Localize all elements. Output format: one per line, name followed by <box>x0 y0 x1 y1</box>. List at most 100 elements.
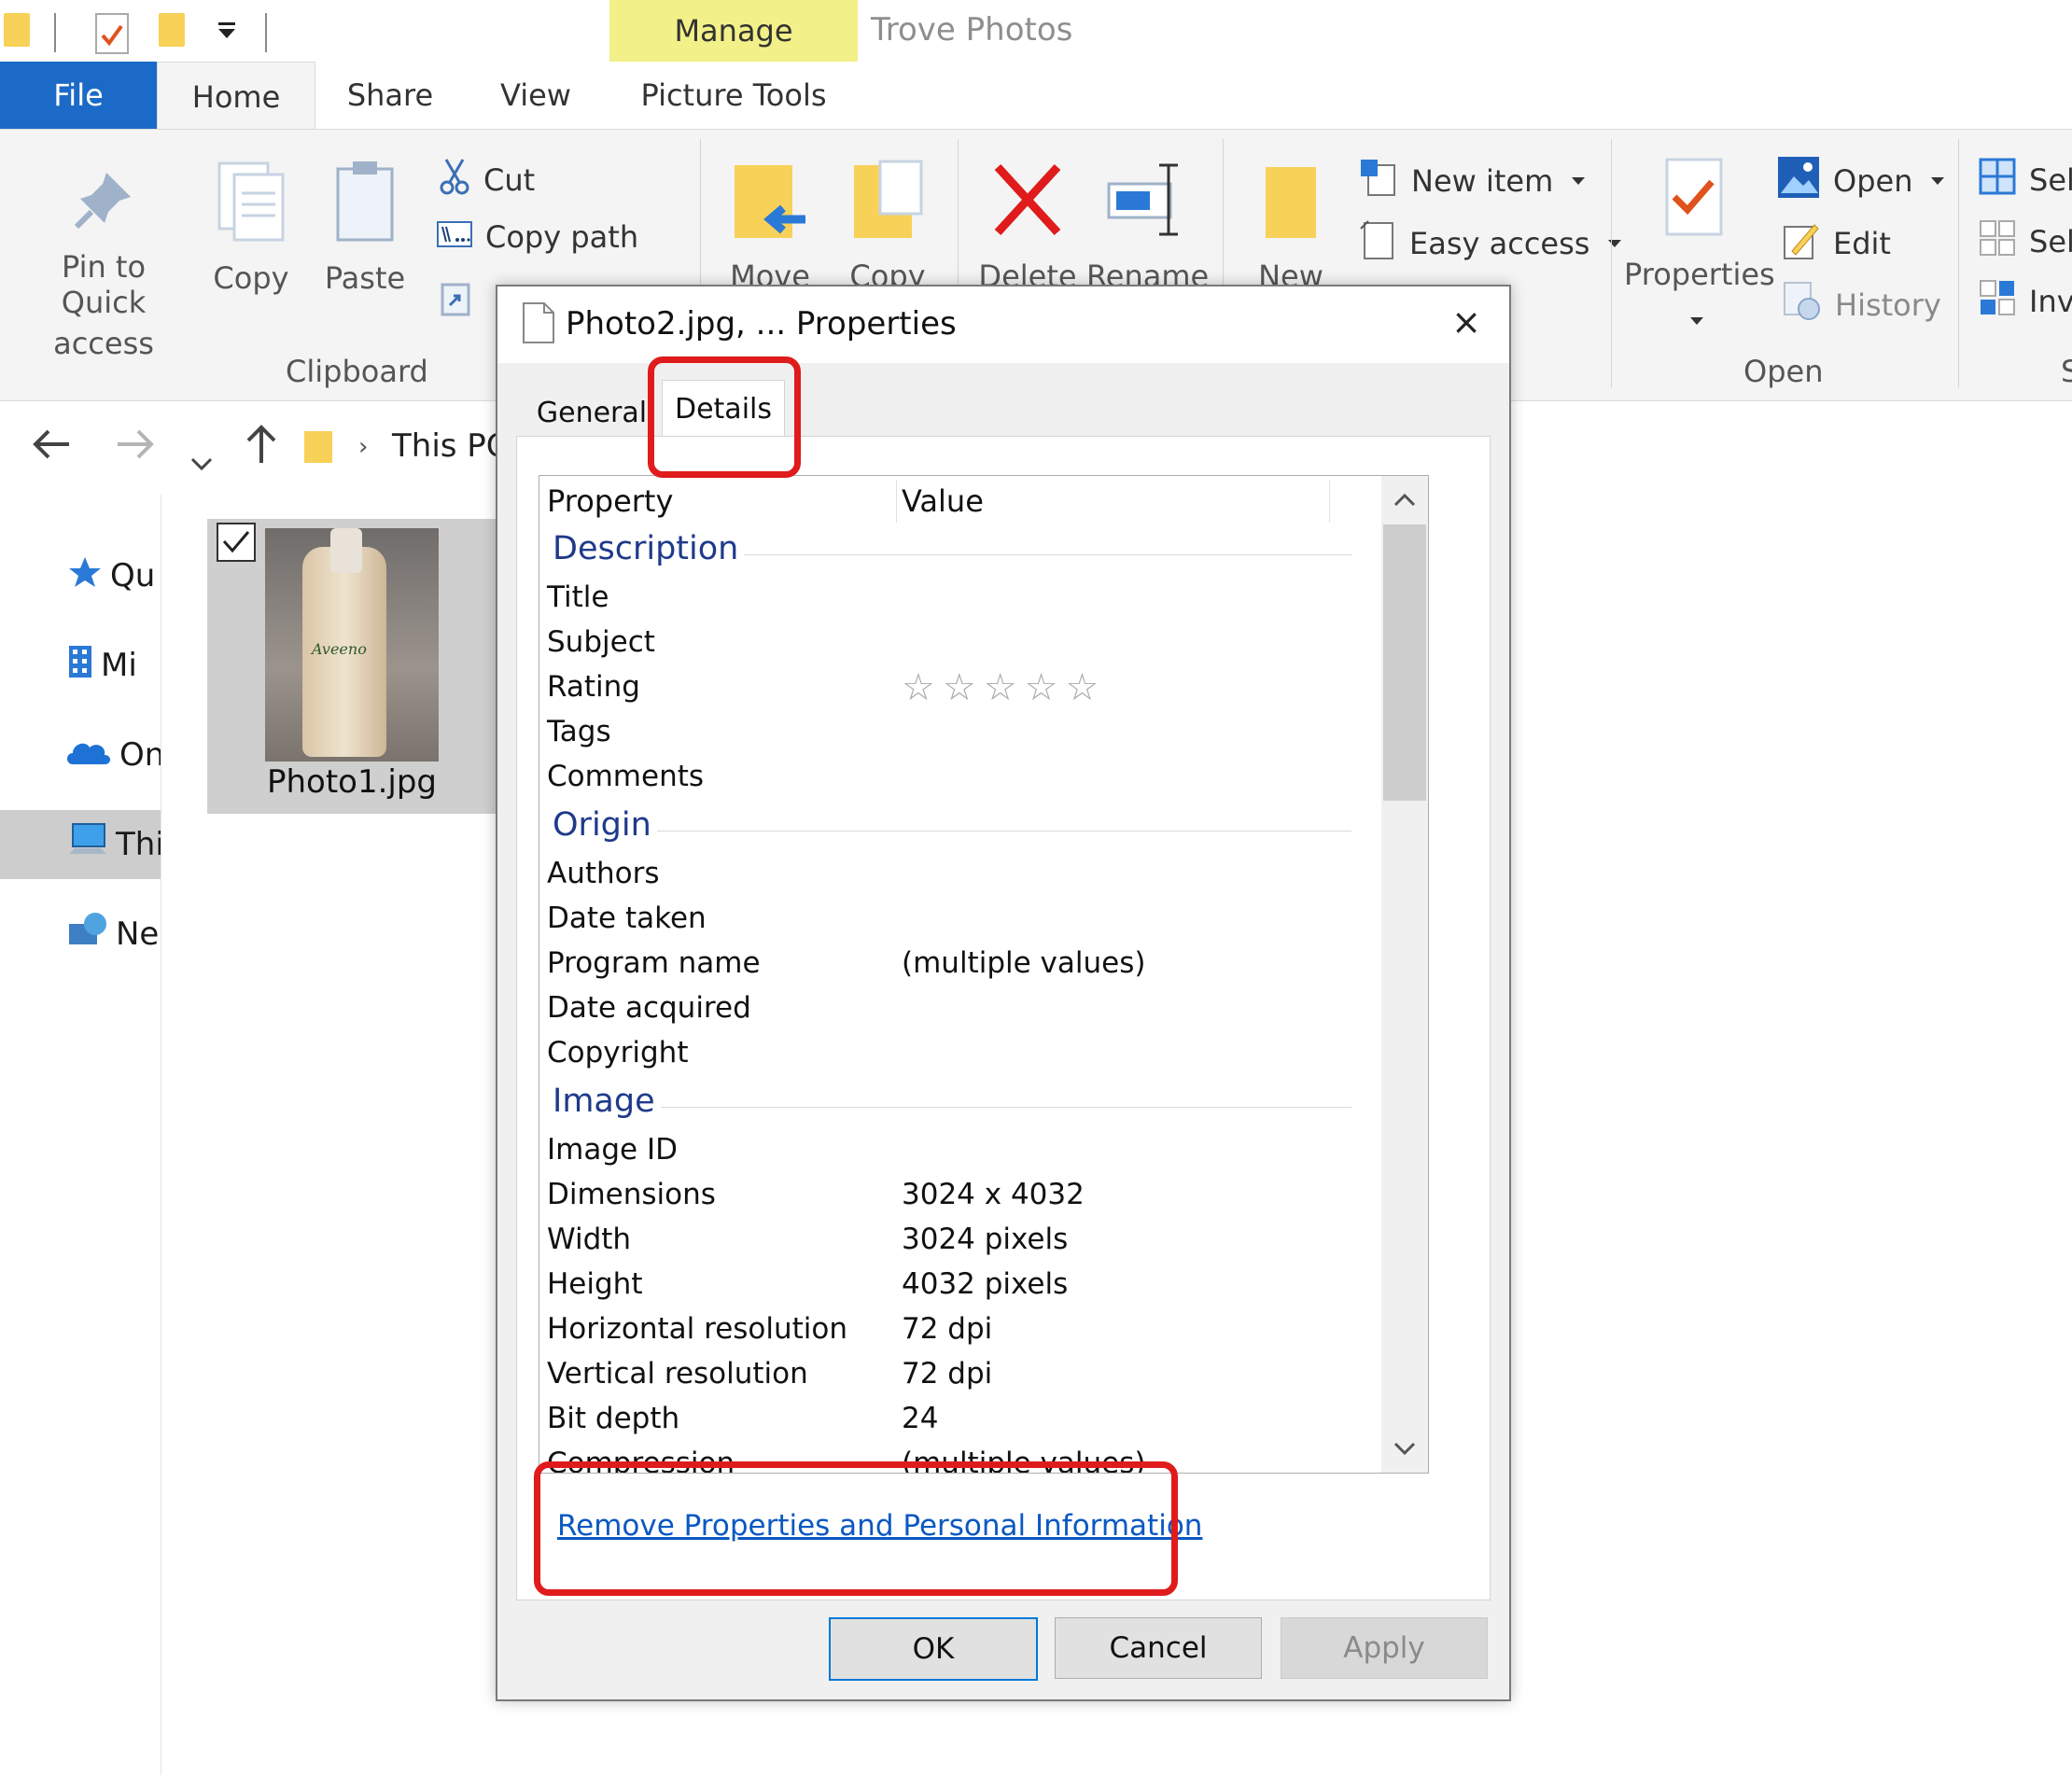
breadcrumb-this-pc[interactable]: This PC <box>392 427 509 465</box>
nav-item-microsoft[interactable]: Mi <box>0 631 161 700</box>
list-item[interactable]: Date taken <box>539 896 1379 941</box>
nav-item-network[interactable]: Ne <box>0 900 161 969</box>
scissors-icon <box>439 158 470 203</box>
apply-button[interactable]: Apply <box>1281 1617 1488 1679</box>
new-folder-icon[interactable] <box>159 13 185 47</box>
list-item[interactable]: Tags <box>539 709 1379 754</box>
property-name: Compression <box>547 1447 735 1473</box>
nav-item-onedrive[interactable]: On <box>0 720 161 790</box>
open-button[interactable]: Open <box>1777 156 1945 206</box>
tab-home[interactable]: Home <box>157 62 315 131</box>
list-item[interactable]: Comments <box>539 754 1379 799</box>
column-header-property[interactable]: Property <box>547 483 673 519</box>
list-item[interactable]: Compression (multiple values) <box>539 1441 1379 1473</box>
list-item[interactable]: Dimensions 3024 x 4032 <box>539 1172 1379 1217</box>
new-item-label: New item <box>1411 163 1554 199</box>
close-button[interactable]: × <box>1451 301 1481 342</box>
tab-view[interactable]: View <box>472 62 599 129</box>
checkbox[interactable] <box>217 523 256 562</box>
property-name: Title <box>547 580 609 614</box>
copy-path-icon <box>437 219 472 255</box>
column-divider[interactable] <box>896 480 897 523</box>
nav-label: Ne <box>116 915 160 953</box>
copy-button[interactable]: Copy <box>200 160 302 296</box>
dialog-title: Photo2.jpg, ... Properties <box>566 305 957 342</box>
recent-locations-button[interactable] <box>190 439 213 482</box>
list-item[interactable]: Date acquired <box>539 985 1379 1030</box>
scroll-up-button[interactable] <box>1381 476 1428 523</box>
vertical-scrollbar[interactable] <box>1381 476 1428 1473</box>
list-item[interactable]: Subject <box>539 620 1379 664</box>
breadcrumb-chevron-icon[interactable]: › <box>358 433 368 461</box>
remove-properties-link[interactable]: Remove Properties and Personal Informati… <box>557 1509 1202 1543</box>
list-item[interactable]: Title <box>539 575 1379 620</box>
back-button[interactable] <box>32 427 71 470</box>
new-folder-icon <box>1239 158 1342 249</box>
column-header-value[interactable]: Value <box>902 483 984 519</box>
list-item[interactable]: Bit depth 24 <box>539 1396 1379 1441</box>
history-icon <box>1783 281 1822 329</box>
scrollbar-thumb[interactable] <box>1383 524 1426 801</box>
select-group-label: S <box>2061 354 2072 389</box>
paste-button[interactable]: Paste <box>314 160 416 296</box>
list-item[interactable]: Horizontal resolution 72 dpi <box>539 1307 1379 1351</box>
section-heading: Description <box>539 528 1379 575</box>
network-icon <box>67 911 108 958</box>
list-item[interactable]: Width 3024 pixels <box>539 1217 1379 1262</box>
list-item[interactable]: Height 4032 pixels <box>539 1262 1379 1307</box>
new-item-button[interactable]: New item <box>1359 158 1586 204</box>
nav-item-quick-access[interactable]: Qu <box>0 541 161 610</box>
open-photo-icon <box>1777 156 1820 206</box>
paste-shortcut-icon[interactable] <box>441 279 470 320</box>
select-none-button[interactable]: Sele <box>1979 219 2072 264</box>
edit-button[interactable]: Edit <box>1783 219 1891 268</box>
list-item[interactable]: Program name (multiple values) <box>539 941 1379 985</box>
rename-button[interactable]: Rename <box>1086 158 1209 294</box>
delete-button[interactable]: Delete <box>976 158 1079 294</box>
scroll-down-button[interactable] <box>1381 1426 1428 1473</box>
column-divider[interactable] <box>1329 480 1330 523</box>
list-item[interactable]: Copyright <box>539 1030 1379 1075</box>
properties-button[interactable]: Properties <box>1624 156 1775 337</box>
property-value: 3024 pixels <box>902 1223 1069 1256</box>
navigation-pane: Qu Mi On Thi Ne <box>0 495 161 1775</box>
ok-button[interactable]: OK <box>829 1617 1038 1681</box>
select-all-button[interactable]: Sele <box>1979 158 2072 203</box>
tab-details[interactable]: Details <box>662 380 785 437</box>
cut-button[interactable]: Cut <box>439 158 535 203</box>
file-tile-photo1[interactable]: Aveeno Photo1.jpg <box>207 519 497 814</box>
list-item[interactable]: Vertical resolution 72 dpi <box>539 1351 1379 1396</box>
tab-general[interactable]: General <box>522 389 662 436</box>
select-none-icon <box>1979 219 2016 264</box>
property-name: Copyright <box>547 1036 689 1069</box>
new-folder-button[interactable]: New <box>1239 158 1342 294</box>
manage-context-tab[interactable]: Manage <box>609 0 858 62</box>
customize-toolbar-icon[interactable] <box>217 22 237 43</box>
cancel-button[interactable]: Cancel <box>1055 1617 1262 1679</box>
invert-selection-button[interactable]: Inve <box>1979 279 2072 324</box>
tab-file[interactable]: File <box>0 62 157 129</box>
easy-access-button[interactable]: Easy access <box>1359 219 1622 268</box>
copy-to-button[interactable]: Copy <box>836 158 939 294</box>
history-button[interactable]: History <box>1783 281 1941 329</box>
list-item[interactable]: Rating ☆☆☆☆☆ <box>539 664 1379 709</box>
tab-picture-tools[interactable]: Picture Tools <box>609 62 858 129</box>
up-button[interactable] <box>245 424 278 474</box>
file-name: Photo1.jpg <box>266 763 438 801</box>
list-item[interactable]: Authors <box>539 851 1379 896</box>
properties-check-icon[interactable] <box>95 13 129 54</box>
list-item[interactable]: Image ID <box>539 1127 1379 1172</box>
property-list[interactable]: Property Value Description Title Subject… <box>539 475 1429 1474</box>
rating-stars-icon[interactable]: ☆☆☆☆☆ <box>902 666 1106 709</box>
property-name: Vertical resolution <box>547 1357 808 1391</box>
tab-share[interactable]: Share <box>327 62 454 129</box>
pin-to-quick-access-button[interactable]: Pin to Quick access <box>15 167 192 361</box>
nav-item-this-pc[interactable]: Thi <box>0 810 161 879</box>
move-to-button[interactable]: Move <box>719 158 821 294</box>
section-title: Origin <box>553 806 657 844</box>
copy-path-button[interactable]: Copy path <box>437 219 638 255</box>
property-name: Subject <box>547 625 655 659</box>
copy-path-label: Copy path <box>485 219 639 255</box>
forward-button[interactable] <box>116 427 155 470</box>
property-name: Date acquired <box>547 991 751 1025</box>
